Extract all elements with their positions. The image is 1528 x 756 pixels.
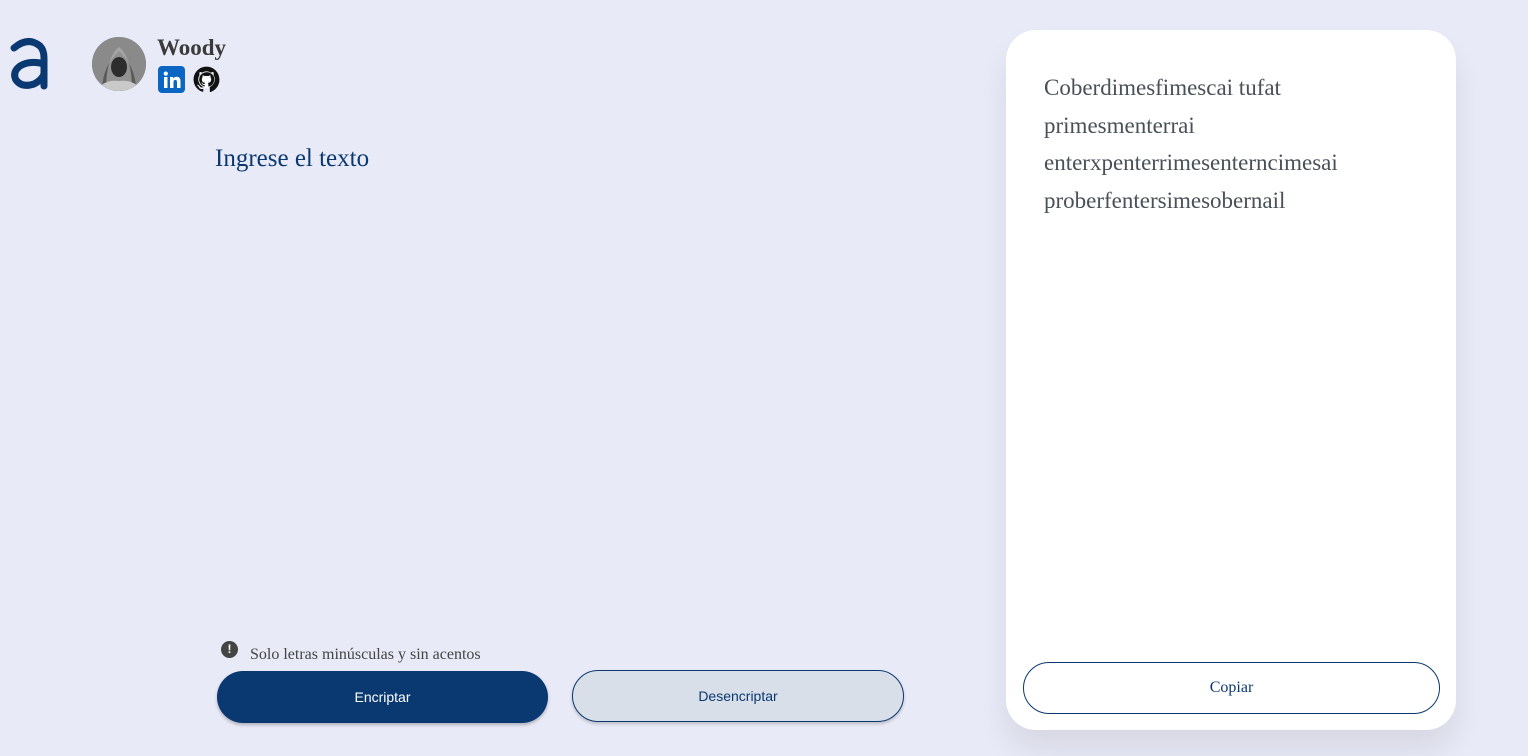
social-links [158,66,220,93]
encrypt-button[interactable]: Encriptar [217,671,548,723]
decrypt-button[interactable]: Desencriptar [572,670,904,722]
avatar [92,37,146,91]
alura-logo-icon[interactable] [8,34,48,90]
linkedin-icon[interactable] [158,66,185,93]
page: Woody ! Solo letras minúsculas y sin ace… [0,0,1528,756]
output-card: Coberdimesfimescai tufat primesmenterrai… [1006,30,1456,730]
hint: ! Solo letras minúsculas y sin acentos [221,640,481,664]
output-text: Coberdimesfimescai tufat primesmenterrai… [1044,75,1338,213]
hint-text: Solo letras minúsculas y sin acentos [250,646,481,663]
avatar-image [92,37,146,91]
username: Woody [157,35,227,60]
exclamation-circle-icon: ! [221,640,238,658]
text-input[interactable] [215,145,905,615]
github-icon[interactable] [193,66,220,93]
copy-button[interactable]: Copiar [1023,662,1440,714]
